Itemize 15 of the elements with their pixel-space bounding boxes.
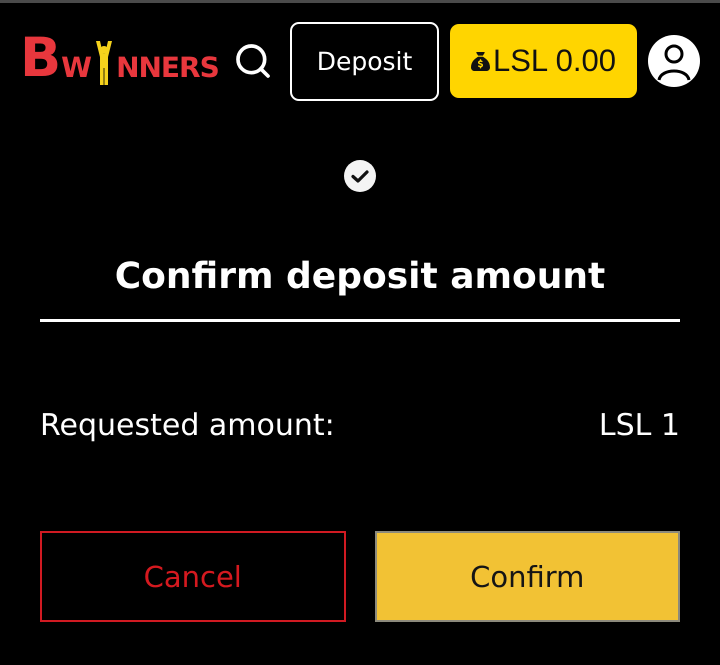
- balance-button[interactable]: LSL 0.00: [450, 24, 637, 98]
- dialog-title: Confirm deposit amount: [114, 257, 606, 297]
- search-icon: [233, 41, 273, 81]
- logo-letter: W: [61, 54, 92, 82]
- cancel-button[interactable]: Cancel: [40, 531, 346, 622]
- logo-text: NNERS: [116, 54, 220, 82]
- search-button[interactable]: [233, 41, 273, 81]
- user-avatar-icon[interactable]: [648, 35, 700, 87]
- logo-letter: B: [20, 31, 62, 85]
- amount-label: Requested amount:: [40, 408, 335, 444]
- confirm-button[interactable]: Confirm: [374, 531, 680, 622]
- deposit-button[interactable]: Deposit: [290, 22, 439, 100]
- amount-value: LSL 1: [598, 408, 680, 444]
- check-icon: [344, 160, 376, 192]
- money-bag-icon: [471, 52, 490, 70]
